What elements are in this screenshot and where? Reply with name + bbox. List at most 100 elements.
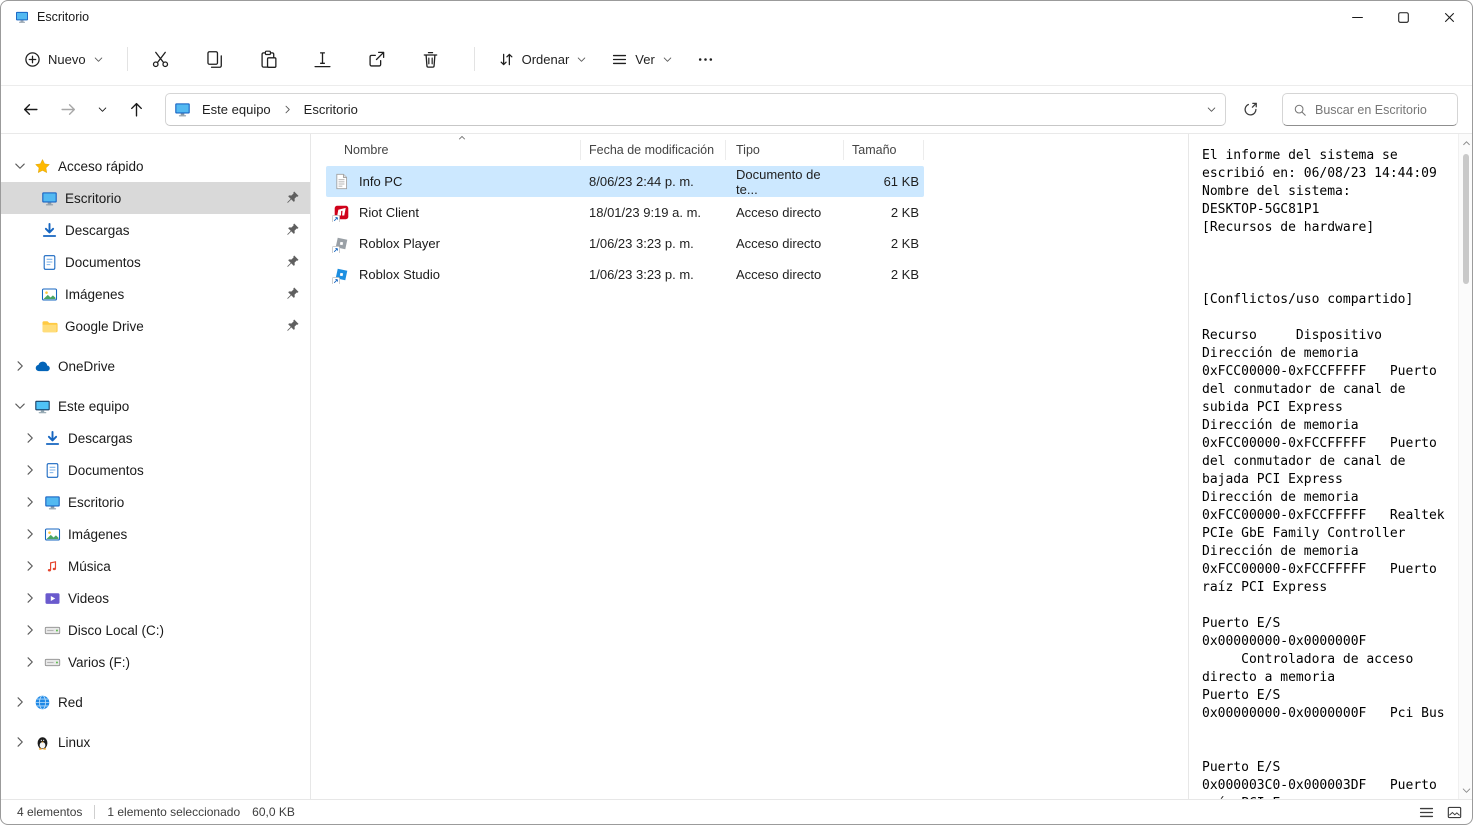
address-dropdown-icon[interactable] (1206, 104, 1217, 115)
pin-icon (285, 190, 300, 205)
sidebar-item-pc-imagenes[interactable]: Imágenes (1, 518, 310, 550)
share-icon (367, 50, 386, 69)
explorer-window: Escritorio Nuevo Ordenar Ver Este equipo… (0, 0, 1473, 825)
file-name: Roblox Player (359, 236, 440, 251)
sidebar-item-descargas[interactable]: Descargas (1, 214, 310, 246)
file-date: 1/06/23 3:23 p. m. (589, 236, 694, 251)
chevron-right-icon[interactable] (23, 559, 37, 573)
cloud-icon (34, 358, 51, 375)
breadcrumb-this-pc[interactable]: Este equipo (195, 98, 278, 121)
file-date: 8/06/23 2:44 p. m. (589, 174, 694, 189)
roblox-studio-icon (333, 266, 351, 284)
details-view-toggle[interactable] (1416, 802, 1436, 822)
location-desktop-icon (174, 101, 191, 118)
new-button[interactable]: Nuevo (15, 44, 113, 75)
pc-icon (34, 398, 51, 415)
file-name: Info PC (359, 174, 403, 189)
folder-desktop-icon (15, 10, 29, 24)
vertical-scrollbar[interactable] (1458, 134, 1472, 799)
column-header-size[interactable]: Tamaño (844, 140, 924, 160)
sidebar-item-pc-musica[interactable]: Música (1, 550, 310, 582)
status-separator (94, 805, 96, 819)
minimize-button[interactable] (1334, 1, 1380, 33)
share-button[interactable] (358, 43, 396, 76)
sidebar-item-documentos[interactable]: Documentos (1, 246, 310, 278)
chevron-right-icon[interactable] (13, 695, 27, 709)
column-header-date[interactable]: Fecha de modificación (581, 140, 726, 160)
selection-count: 1 elemento seleccionado (107, 805, 241, 819)
sidebar-item-google-drive[interactable]: Google Drive (1, 310, 310, 342)
sidebar-section-this-pc[interactable]: Este equipo (1, 390, 310, 422)
file-type: Documento de te... (736, 166, 821, 197)
command-bar: Nuevo Ordenar Ver (1, 33, 1472, 86)
sidebar-item-escritorio[interactable]: Escritorio (1, 182, 310, 214)
breadcrumb-chevron-icon[interactable] (282, 104, 293, 115)
chevron-right-icon[interactable] (13, 735, 27, 749)
sidebar-item-onedrive[interactable]: OneDrive (1, 350, 310, 382)
text-document-icon (333, 173, 351, 191)
scroll-up-icon[interactable] (1460, 136, 1472, 150)
scrollbar-thumb[interactable] (1463, 154, 1469, 284)
scroll-down-icon[interactable] (1460, 783, 1472, 797)
copy-icon (205, 50, 224, 69)
file-row-roblox-player[interactable]: Roblox Player 1/06/23 3:23 p. m. Acceso … (326, 228, 924, 259)
chevron-right-icon[interactable] (23, 463, 37, 477)
paste-icon (259, 50, 278, 69)
chevron-right-icon[interactable] (13, 359, 27, 373)
refresh-button[interactable] (1234, 95, 1266, 125)
thumbnail-view-toggle[interactable] (1444, 802, 1464, 822)
pin-icon (285, 286, 300, 301)
file-row-roblox-studio[interactable]: Roblox Studio 1/06/23 3:23 p. m. Acceso … (326, 259, 924, 290)
file-list: Nombre Fecha de modificación Tipo Tamaño… (311, 134, 1188, 799)
column-header-type[interactable]: Tipo (726, 140, 844, 160)
sidebar-item-pc-descargas[interactable]: Descargas (1, 422, 310, 454)
back-button[interactable] (15, 95, 45, 125)
network-icon (34, 694, 51, 711)
chevron-right-icon[interactable] (23, 591, 37, 605)
delete-button[interactable] (412, 43, 450, 76)
chevron-right-icon[interactable] (23, 495, 37, 509)
paste-button[interactable] (250, 43, 288, 76)
forward-button[interactable] (53, 95, 83, 125)
recent-locations-button[interactable] (91, 95, 113, 125)
sidebar-item-pc-escritorio[interactable]: Escritorio (1, 486, 310, 518)
copy-button[interactable] (196, 43, 234, 76)
downloads-icon (41, 222, 58, 239)
search-input[interactable]: Buscar en Escritorio (1282, 93, 1458, 126)
view-button[interactable]: Ver (602, 44, 682, 75)
documents-icon (41, 254, 58, 271)
sidebar-item-linux[interactable]: Linux (1, 726, 310, 758)
sidebar-item-pc-videos[interactable]: Videos (1, 582, 310, 614)
pin-icon (285, 254, 300, 269)
chevron-down-icon[interactable] (13, 399, 27, 413)
column-headers: Nombre Fecha de modificación Tipo Tamaño (326, 134, 924, 166)
chevron-right-icon[interactable] (23, 431, 37, 445)
up-button[interactable] (121, 95, 151, 125)
chevron-right-icon[interactable] (23, 655, 37, 669)
search-placeholder: Buscar en Escritorio (1315, 102, 1427, 117)
breadcrumb-current[interactable]: Escritorio (297, 98, 365, 121)
sort-button[interactable]: Ordenar (489, 44, 597, 75)
sidebar-item-red[interactable]: Red (1, 686, 310, 718)
sidebar-item-pc-documentos[interactable]: Documentos (1, 454, 310, 486)
file-size: 2 KB (890, 267, 919, 282)
close-button[interactable] (1426, 1, 1472, 33)
file-date: 18/01/23 9:19 a. m. (589, 205, 702, 220)
maximize-button[interactable] (1380, 1, 1426, 33)
file-type: Acceso directo (736, 267, 822, 282)
sidebar-item-disco-local-c[interactable]: Disco Local (C:) (1, 614, 310, 646)
sidebar-item-imagenes[interactable]: Imágenes (1, 278, 310, 310)
file-row-info-pc[interactable]: Info PC 8/06/23 2:44 p. m. Documento de … (326, 166, 924, 197)
sidebar-item-varios-f[interactable]: Varios (F:) (1, 646, 310, 678)
chevron-down-icon[interactable] (13, 159, 27, 173)
more-options-button[interactable] (688, 44, 723, 75)
sidebar-section-quick-access[interactable]: Acceso rápido (1, 150, 310, 182)
chevron-right-icon[interactable] (23, 527, 37, 541)
column-header-name[interactable]: Nombre (326, 140, 581, 160)
chevron-down-icon (576, 54, 587, 65)
file-row-riot-client[interactable]: Riot Client 18/01/23 9:19 a. m. Acceso d… (326, 197, 924, 228)
chevron-right-icon[interactable] (23, 623, 37, 637)
address-bar[interactable]: Este equipo Escritorio (165, 93, 1226, 126)
cut-button[interactable] (142, 43, 180, 76)
rename-button[interactable] (304, 43, 342, 76)
